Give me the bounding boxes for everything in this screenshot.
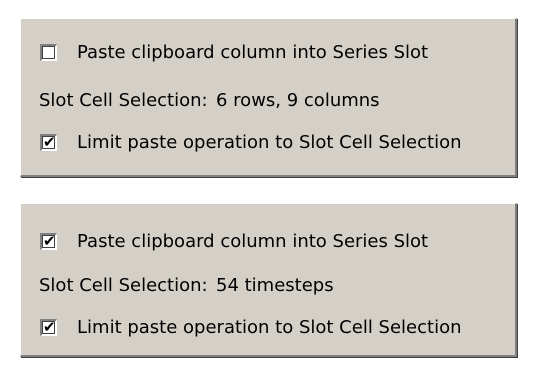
- paste-column-label[interactable]: Paste clipboard column into Series Slot: [77, 42, 428, 64]
- limit-paste-checkbox[interactable]: ✔: [40, 133, 57, 151]
- slot-cell-selection-value: 54 timesteps: [216, 275, 334, 296]
- paste-column-checkbox[interactable]: [40, 44, 57, 61]
- paste-column-label[interactable]: Paste clipboard column into Series Slot: [77, 231, 428, 253]
- slot-cell-selection-label: Slot Cell Selection:: [39, 275, 208, 296]
- checkmark-icon: ✔: [43, 318, 56, 336]
- paste-options-panel: ✔ Paste clipboard column into Series Slo…: [20, 203, 517, 357]
- paste-options-panel: Paste clipboard column into Series Slot …: [20, 18, 517, 177]
- checkmark-icon: ✔: [43, 133, 56, 151]
- paste-column-checkbox[interactable]: ✔: [40, 232, 57, 250]
- slot-cell-selection-label: Slot Cell Selection:: [39, 90, 208, 111]
- limit-paste-checkbox[interactable]: ✔: [40, 318, 57, 336]
- checkmark-icon: ✔: [43, 232, 56, 250]
- limit-paste-label[interactable]: Limit paste operation to Slot Cell Selec…: [77, 132, 462, 154]
- limit-paste-label[interactable]: Limit paste operation to Slot Cell Selec…: [77, 317, 462, 339]
- slot-cell-selection-value: 6 rows, 9 columns: [216, 90, 380, 111]
